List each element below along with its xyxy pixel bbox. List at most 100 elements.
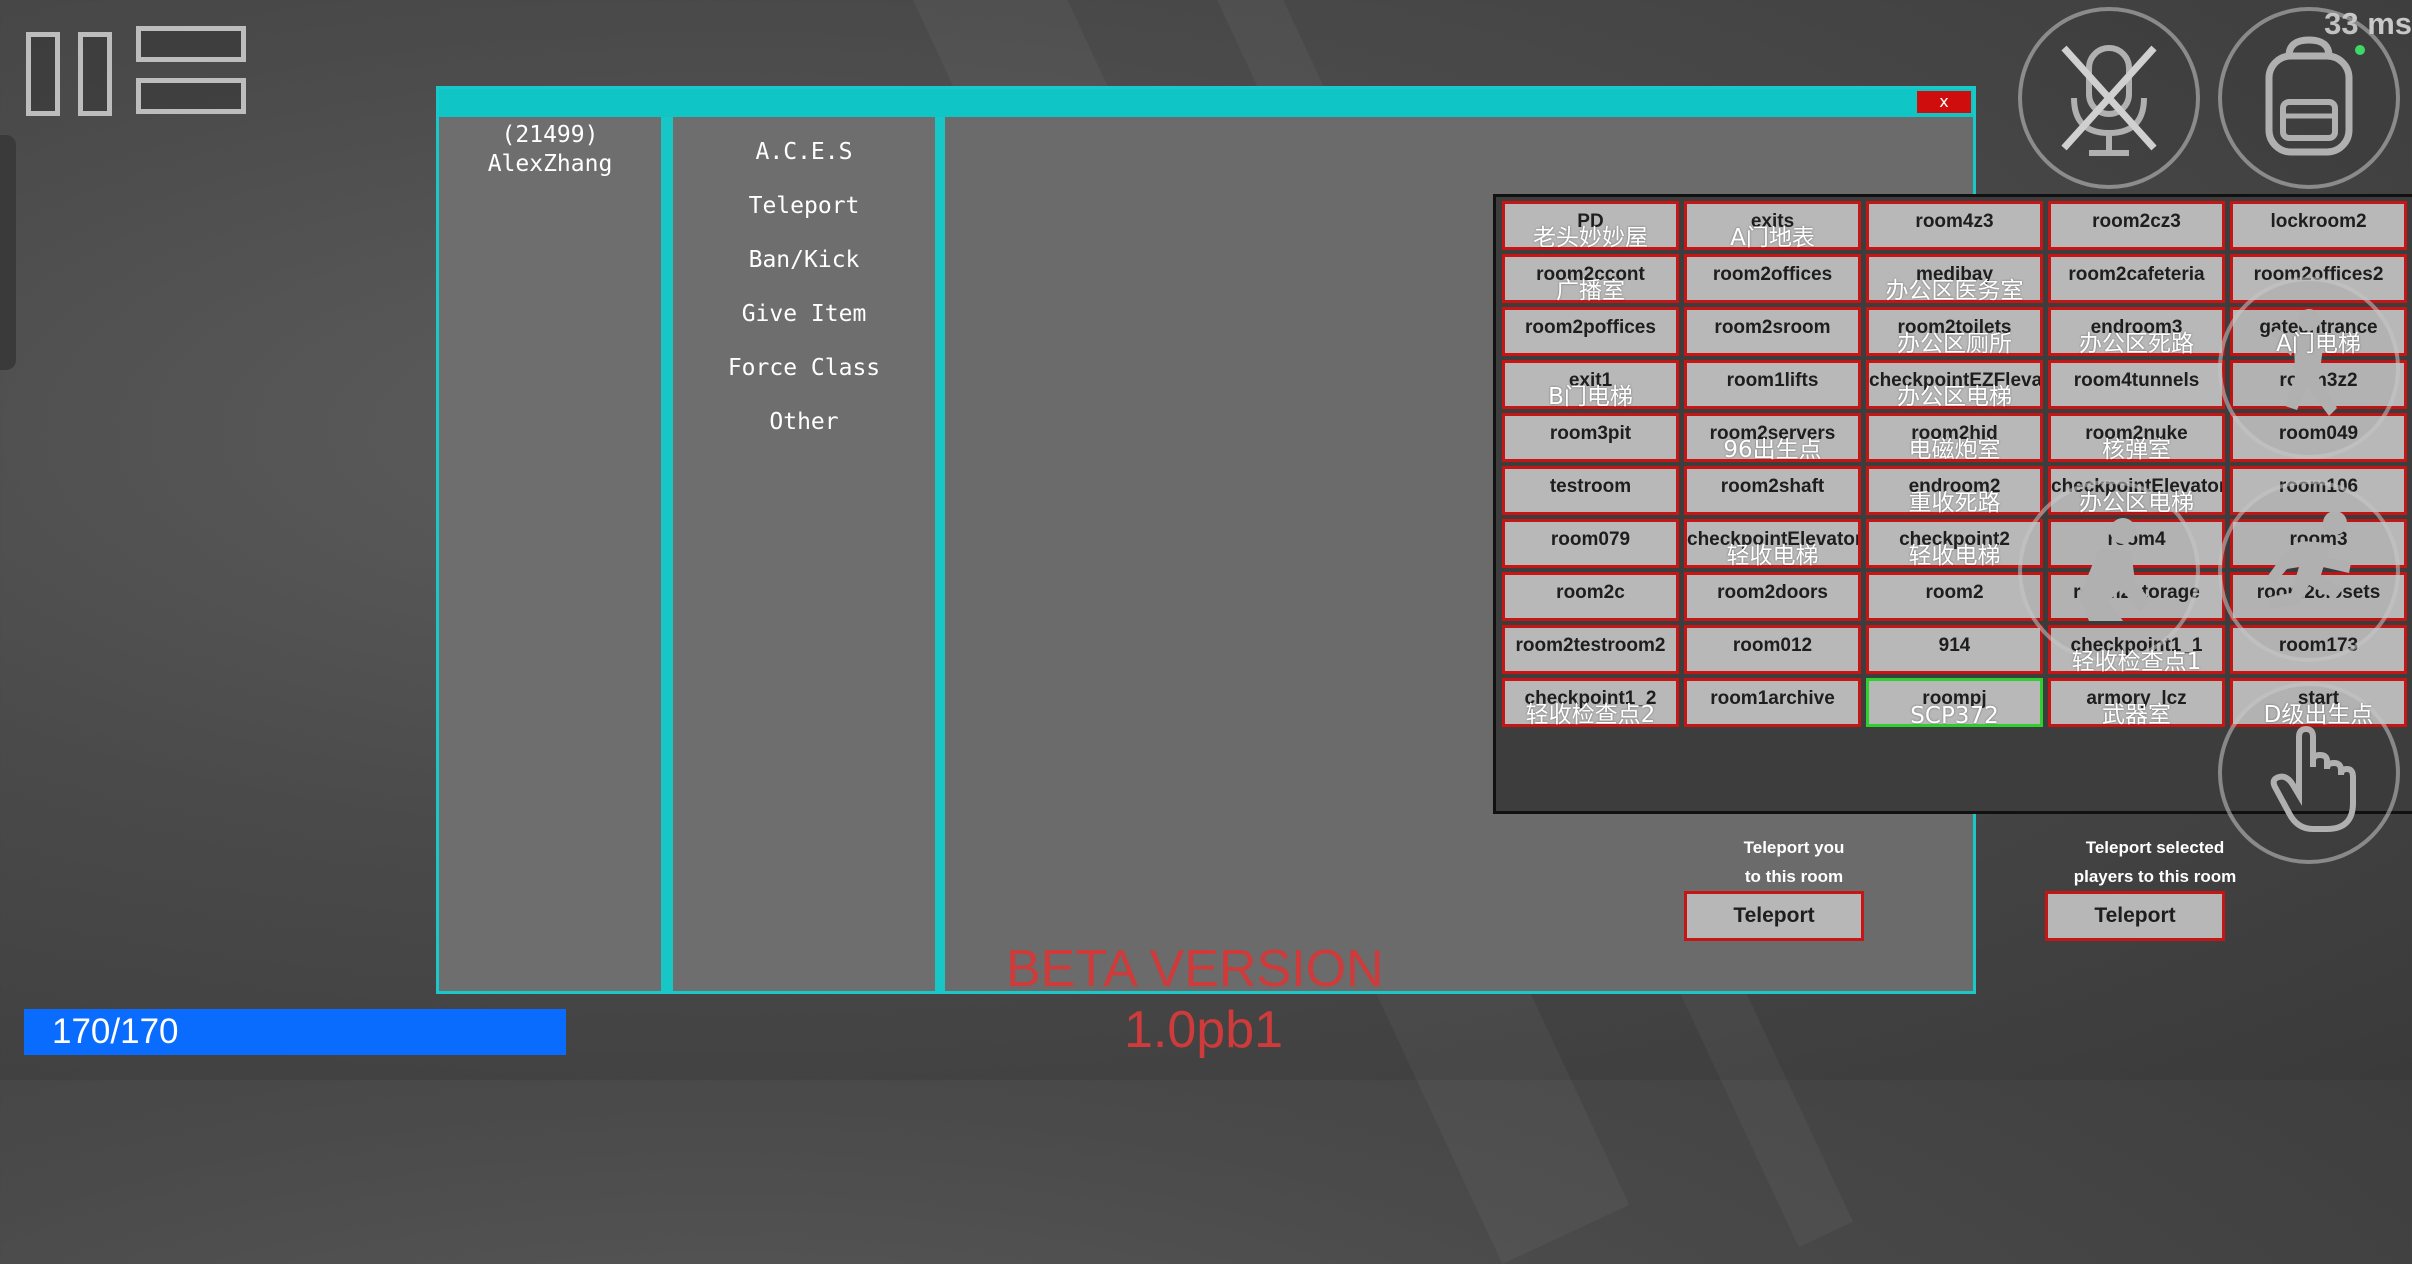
room-annotation: 办公区电梯 — [2079, 490, 2194, 516]
mute-mic-icon — [2061, 45, 2157, 156]
side-drawer-handle[interactable] — [0, 135, 16, 370]
room-button[interactable]: 914 — [1866, 625, 2043, 674]
room-annotation: SCP372 — [1910, 703, 1999, 729]
caption-line: to this room — [1744, 867, 1844, 886]
room-annotation: 轻收电梯 — [1908, 543, 2001, 569]
version-number-label: 1.0pb1 — [1124, 1001, 1284, 1059]
close-button[interactable]: x — [1917, 91, 1971, 113]
room-name: room2offices — [1712, 263, 1833, 285]
teleport-self-button[interactable]: Teleport — [1684, 891, 1864, 941]
room-button[interactable]: exit1 B门电梯 — [1502, 360, 1679, 410]
room-name: room4z3 — [1915, 210, 1994, 232]
room-button[interactable]: room2nuke 核弹室 — [2048, 413, 2225, 463]
room-button[interactable]: room4z3 — [1866, 201, 2043, 250]
player-entry[interactable]: (21499) AlexZhang — [439, 121, 661, 179]
room-annotation: 轻收电梯 — [1726, 543, 1819, 569]
backpack-icon — [2265, 36, 2353, 156]
room-name: room3pit — [1549, 422, 1632, 444]
room-button[interactable]: room2hid 电磁炮室 — [1866, 413, 2043, 463]
room-button[interactable]: room1lifts — [1684, 360, 1861, 409]
room-button[interactable]: checkpoint2 轻收电梯 — [1866, 519, 2043, 569]
room-name: room2testroom2 — [1515, 634, 1666, 656]
room-button[interactable]: room079 — [1502, 519, 1679, 568]
room-button[interactable]: exits A门地表 — [1684, 201, 1861, 251]
room-button[interactable]: testroom — [1502, 466, 1679, 515]
room-button[interactable]: room2cz3 — [2048, 201, 2225, 250]
room-annotation: B门电梯 — [1548, 384, 1633, 410]
room-button[interactable]: room012 — [1684, 625, 1861, 674]
room-name: 914 — [1938, 634, 1971, 656]
room-name: lockroom2 — [2270, 210, 2367, 232]
menu-icon — [136, 26, 246, 62]
room-button[interactable]: room2toilets 办公区厕所 — [1866, 307, 2043, 357]
room-button[interactable]: room2 — [1866, 572, 2043, 621]
crouch-icon — [2079, 518, 2151, 621]
jump-icon — [2271, 309, 2337, 416]
health-text: 170/170 — [52, 1012, 179, 1051]
room-name: room2cafeteria — [2068, 263, 2205, 285]
room-annotation: 重收死路 — [1908, 490, 2001, 516]
room-name: testroom — [1549, 475, 1632, 497]
room-annotation: A门地表 — [1730, 225, 1815, 251]
room-button[interactable]: armory_lcz 武器室 — [2048, 678, 2225, 728]
room-button[interactable]: room2shaft — [1684, 466, 1861, 515]
jump-button[interactable] — [2218, 277, 2400, 459]
menu-aces[interactable]: A.C.E.S — [673, 125, 935, 179]
room-name: room2poffices — [1525, 316, 1656, 338]
room-button[interactable]: checkpointElevator 轻收电梯 — [1684, 519, 1861, 569]
mute-button[interactable] — [2018, 7, 2200, 189]
room-annotation: 办公区医务室 — [1885, 278, 2024, 304]
room-button[interactable]: room2ccont 广播室 — [1502, 254, 1679, 304]
room-button[interactable]: lockroom2 — [2230, 201, 2407, 250]
room-annotation: 老头妙妙屋 — [1533, 225, 1648, 251]
room-button[interactable]: PD 老头妙妙屋 — [1502, 201, 1679, 251]
room-button[interactable]: room4tunnels — [2048, 360, 2225, 409]
pause-icon — [26, 32, 60, 116]
room-button[interactable]: room2poffices — [1502, 307, 1679, 356]
room-button[interactable]: room2sroom — [1684, 307, 1861, 356]
pause-button[interactable] — [26, 26, 246, 116]
sprint-button[interactable] — [2218, 480, 2400, 662]
admin-menu: A.C.E.S Teleport Ban/Kick Give Item Forc… — [673, 117, 935, 991]
menu-give-item[interactable]: Give Item — [673, 287, 935, 341]
room-annotation: 96出生点 — [1723, 437, 1822, 463]
room-button[interactable]: room2cafeteria — [2048, 254, 2225, 303]
room-name: room2 — [1925, 581, 1984, 603]
room-annotation: A门电梯 — [2276, 331, 2361, 357]
room-button[interactable]: room3pit — [1502, 413, 1679, 462]
player-name: AlexZhang — [487, 151, 613, 177]
room-name: room012 — [1732, 634, 1813, 656]
room-annotation: 办公区死路 — [2079, 331, 2194, 357]
room-button[interactable]: checkpointEZFleva 办公区电梯 — [1866, 360, 2043, 410]
room-button[interactable]: room2servers 96出生点 — [1684, 413, 1861, 463]
column-divider — [661, 117, 673, 991]
teleport-selected-button[interactable]: Teleport — [2045, 891, 2225, 941]
menu-ban-kick[interactable]: Ban/Kick — [673, 233, 935, 287]
inventory-button[interactable] — [2218, 7, 2400, 189]
player-id: (21499) — [501, 122, 599, 148]
room-name: room2cz3 — [2092, 210, 2181, 232]
room-annotation: D级出生点 — [2263, 702, 2374, 728]
room-name: room2shaft — [1720, 475, 1825, 497]
beta-version-label: BETA VERSION — [1006, 940, 1384, 998]
panel-titlebar: x — [439, 89, 1973, 117]
room-button[interactable]: room1archive — [1684, 678, 1861, 727]
menu-teleport[interactable]: Teleport — [673, 179, 935, 233]
caption-line: players to this room — [2073, 867, 2237, 886]
room-button[interactable]: room2testroom2 — [1502, 625, 1679, 674]
room-button[interactable]: checkpointElevator 办公区电梯 — [2048, 466, 2225, 516]
room-button[interactable]: room2offices — [1684, 254, 1861, 303]
room-button[interactable]: checkpoint1_2 轻收检查点2 — [1502, 678, 1679, 728]
room-button[interactable]: endroom3 办公区死路 — [2048, 307, 2225, 357]
caption-line: Teleport you — [1743, 838, 1845, 857]
room-button[interactable]: room2c — [1502, 572, 1679, 621]
room-button[interactable]: endroom2 重收死路 — [1866, 466, 2043, 516]
room-button[interactable]: roompj SCP372 — [1866, 678, 2043, 729]
room-annotation: 办公区电梯 — [1897, 384, 2012, 410]
room-button[interactable]: medibay 办公区医务室 — [1866, 254, 2043, 304]
room-name: room4tunnels — [2073, 369, 2200, 391]
menu-other[interactable]: Other — [673, 395, 935, 449]
teleport-self-caption: Teleport you to this room — [1674, 833, 1914, 891]
menu-force-class[interactable]: Force Class — [673, 341, 935, 395]
room-button[interactable]: room2doors — [1684, 572, 1861, 621]
